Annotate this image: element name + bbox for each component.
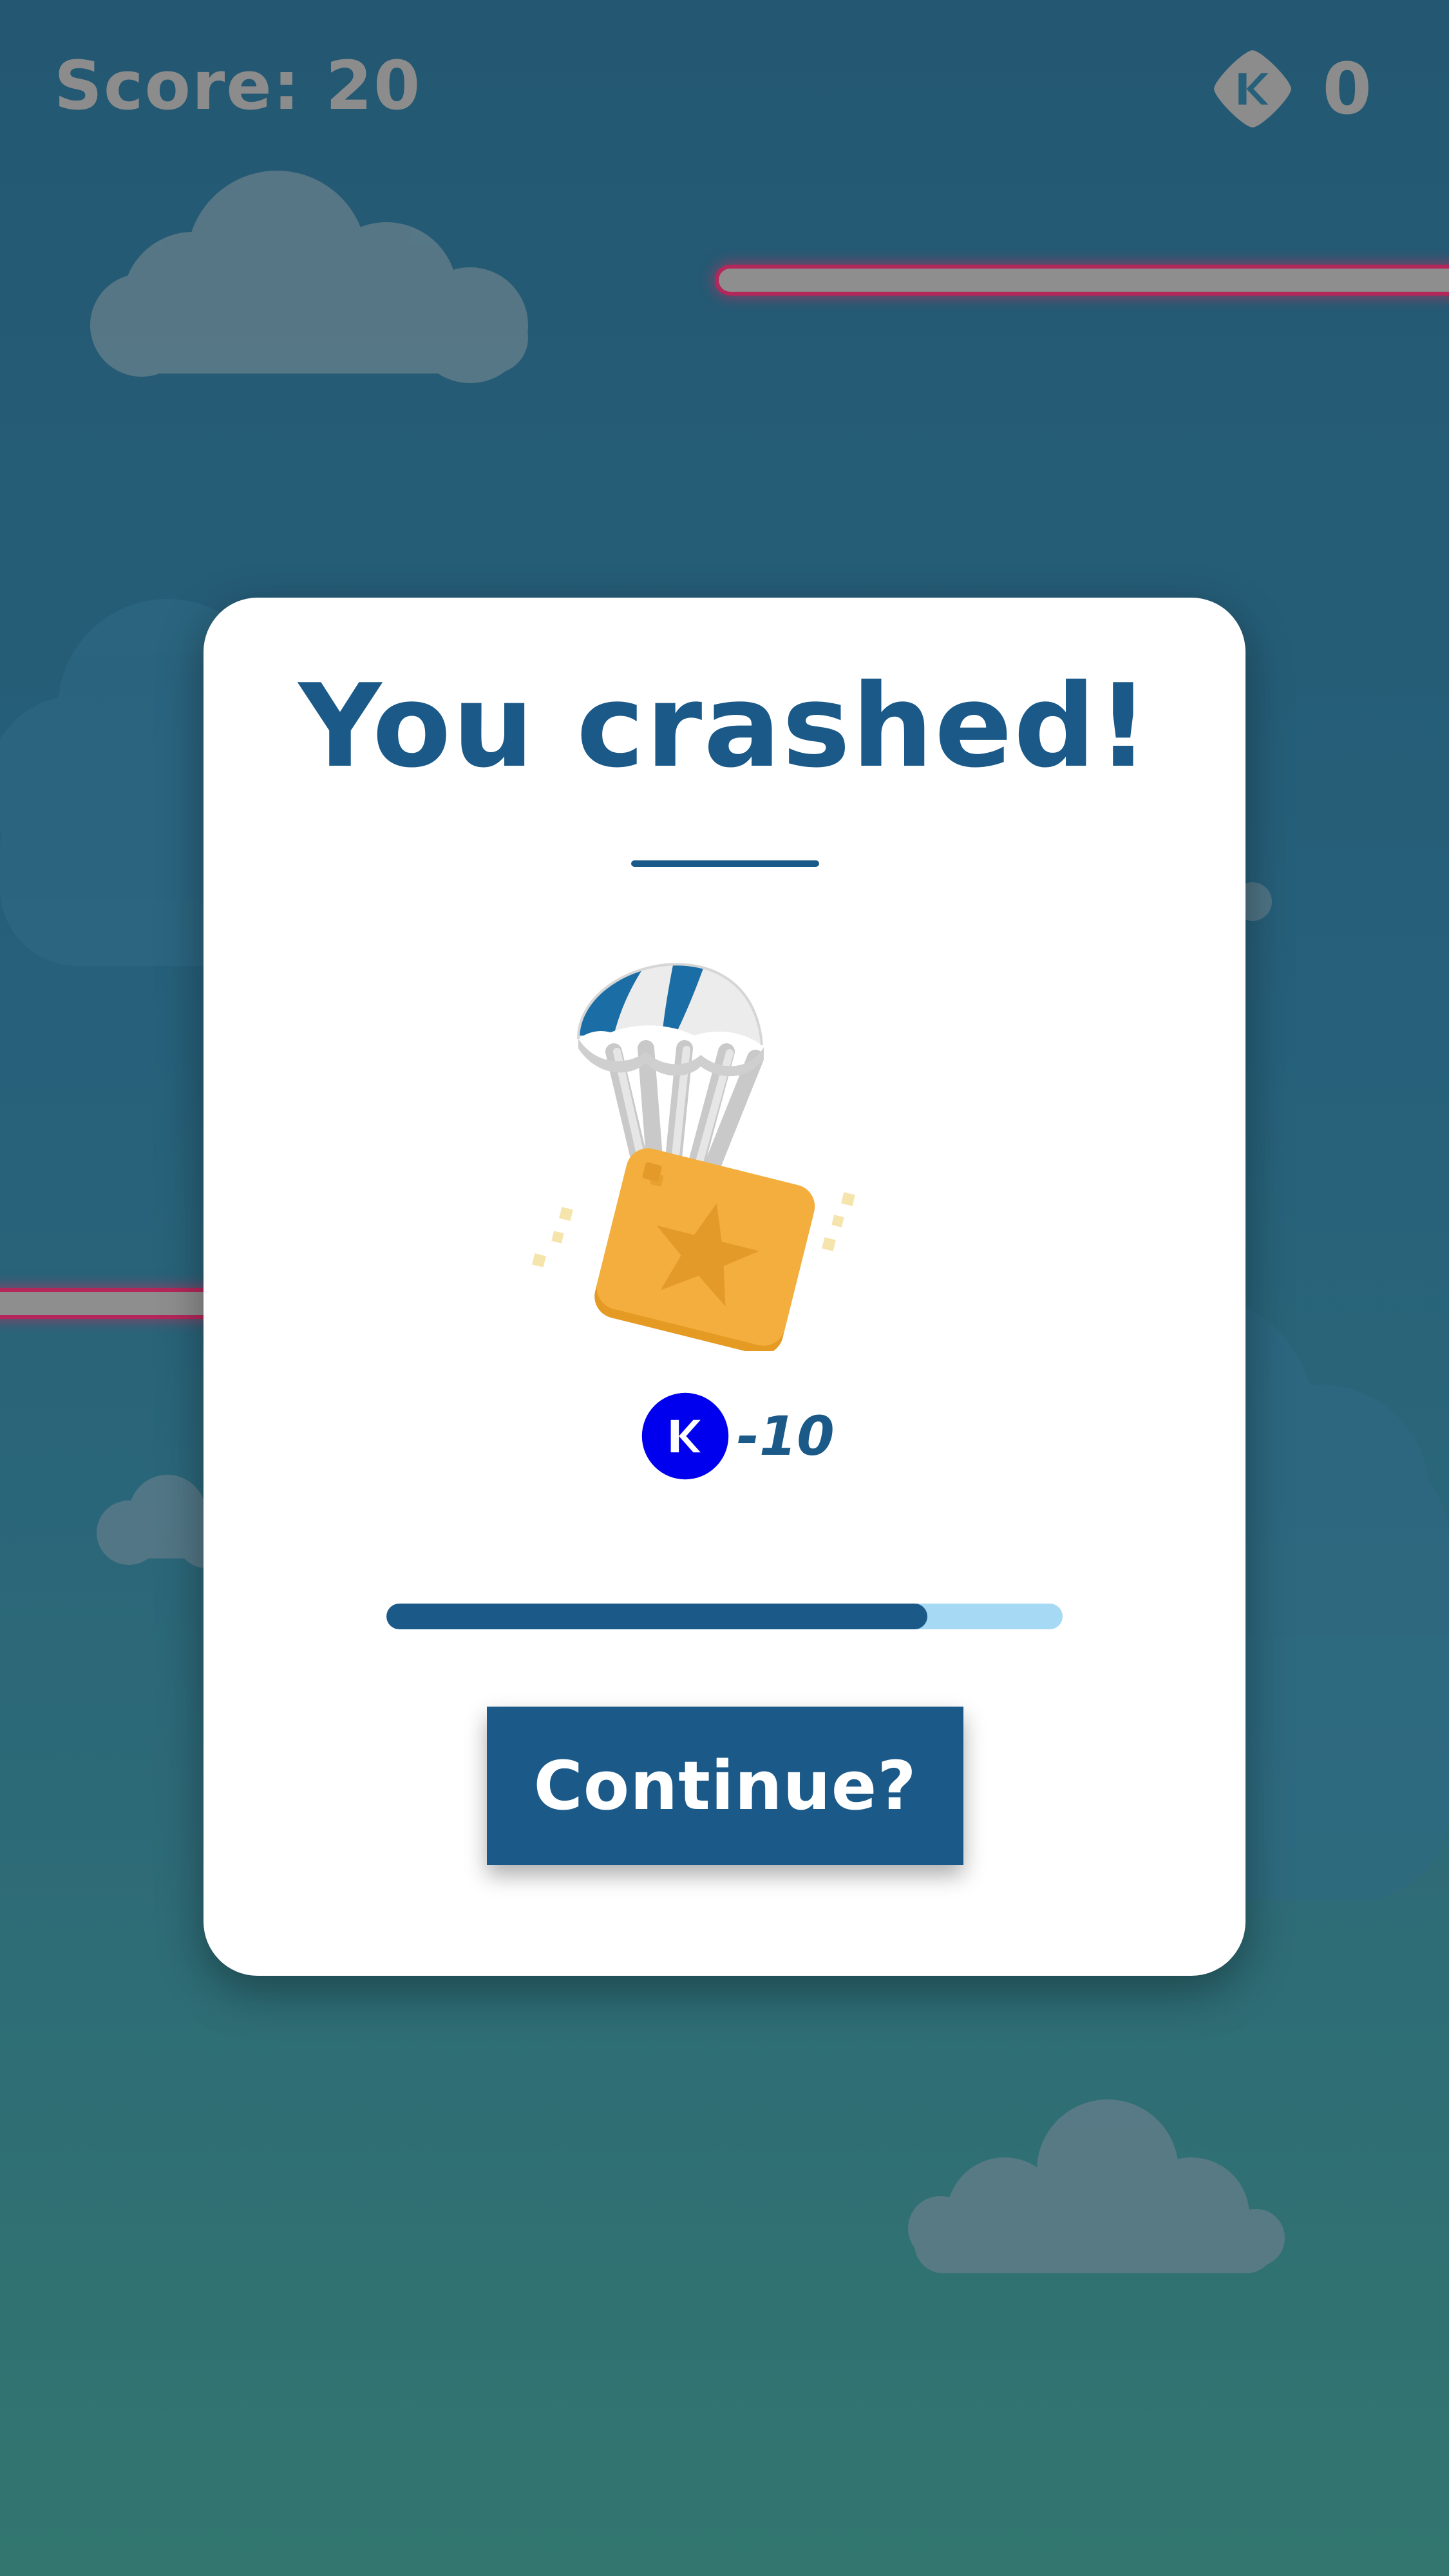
dialog-title: You crashed! [298,659,1151,793]
continue-button[interactable]: Continue? [487,1707,963,1865]
score-label: Score: 20 [54,46,422,125]
cloud [908,2099,1285,2273]
coin-icon [641,1392,729,1480]
parachute-crate-icon [532,963,855,1351]
laser-bar [719,269,1449,292]
coin-count: 0 [1322,48,1372,130]
coin-icon [1214,50,1292,128]
coin-penalty: -10 [640,1391,835,1481]
laser-bar [0,1292,232,1315]
continue-timer-bar [386,1604,1063,1629]
game-scene: Score: 20 0 You crashed! -10 Continue? [0,0,1449,2576]
crash-dialog: You crashed! -10 Continue? [204,598,1245,1976]
penalty-value: -10 [737,1405,835,1468]
cloud [90,171,528,383]
continue-timer-fill [386,1604,927,1629]
coin-counter: 0 [1209,45,1372,133]
title-underline [631,860,819,867]
